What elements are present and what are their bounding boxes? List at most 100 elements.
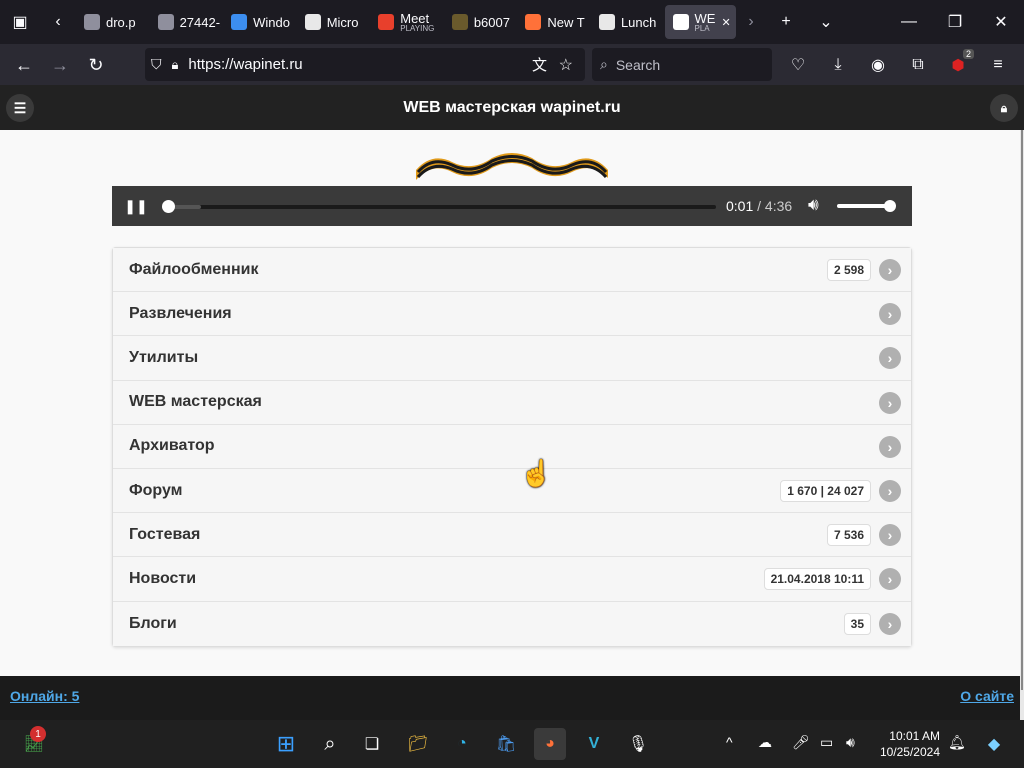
search-taskbar-icon[interactable]: ⌕: [314, 728, 346, 760]
extensions-icon[interactable]: ⧉: [900, 48, 936, 81]
time-separator: /: [757, 198, 762, 214]
menu-item-label: Гостевая: [129, 525, 201, 543]
browser-tab[interactable]: Meet PLAYING: [370, 5, 442, 39]
new-tab-icon[interactable]: +: [766, 0, 806, 44]
tab-sub-label: PLAYING: [400, 23, 435, 33]
volume-icon[interactable]: 🔊︎: [808, 195, 819, 215]
store-icon[interactable]: 🛍︎: [490, 728, 522, 760]
chevron-right-icon: ›: [879, 479, 901, 502]
browser-tab[interactable]: Micro: [297, 5, 369, 39]
scroll-tabs-right-icon[interactable]: ›: [736, 0, 766, 44]
mic-tray-icon[interactable]: 🎤︎: [792, 734, 810, 751]
ublock-icon[interactable]: ⬢ 2: [940, 48, 976, 81]
file-explorer-icon[interactable]: 📁︎: [402, 728, 434, 760]
site-title: WEB мастерская wapinet.ru: [403, 98, 621, 116]
pocket-icon[interactable]: ♡: [780, 48, 816, 81]
close-tab-icon[interactable]: ✕: [721, 16, 730, 29]
downloads-icon[interactable]: ⤓: [820, 48, 856, 81]
tab-label: Windo: [253, 14, 290, 30]
url-text: https://wapinet.ru: [188, 56, 303, 73]
scrollbar-thumb[interactable]: [1021, 130, 1023, 690]
tab-favicon-icon: [451, 14, 468, 30]
menu-item[interactable]: Развлечения ›: [113, 292, 911, 337]
extension-badge: 2: [962, 49, 974, 59]
volume-slider[interactable]: [837, 204, 891, 208]
menu-item[interactable]: WEB мастерская ›: [113, 380, 911, 425]
system-clock[interactable]: 10:01 AM 10/25/2024: [880, 728, 940, 760]
tab-favicon-icon: [672, 14, 689, 30]
about-site-link[interactable]: О сайте: [960, 688, 1014, 704]
app-menu-icon[interactable]: ≡: [980, 48, 1016, 81]
count-badge: 35: [843, 612, 871, 635]
seek-thumb[interactable]: [161, 200, 175, 213]
menu-item-label: Архиватор: [129, 437, 215, 455]
chevron-right-icon: ›: [879, 259, 901, 281]
network-icon[interactable]: ▭: [820, 734, 833, 751]
menu-item-label: Форум: [129, 481, 183, 499]
address-bar[interactable]: ⛉ 🔒︎ https://wapinet.ru 文 ☆: [145, 48, 585, 81]
vscode-app-icon[interactable]: V: [578, 728, 610, 760]
browser-tab[interactable]: New T: [517, 5, 589, 39]
widget-badge: 1: [30, 726, 46, 742]
lock-icon[interactable]: 🔒︎: [172, 57, 179, 73]
show-hidden-icons-chevron-icon[interactable]: ^: [726, 734, 733, 750]
login-lock-icon[interactable]: 🔒︎: [990, 94, 1018, 122]
tab-favicon-icon: [525, 14, 542, 30]
search-bar[interactable]: ⌕ Search: [592, 48, 772, 81]
tab-list-icon[interactable]: ▣: [0, 0, 40, 44]
chevron-right-icon: ›: [879, 391, 901, 414]
translate-icon[interactable]: 文: [532, 54, 547, 75]
menu-item[interactable]: Форум 1 670 | 24 027 ›: [113, 468, 911, 514]
tab-label: Meet: [400, 10, 430, 26]
microphone-app-icon[interactable]: 🎙︎: [622, 728, 654, 760]
firefox-icon[interactable]: ◕: [534, 728, 566, 760]
back-icon[interactable]: ←: [6, 47, 42, 83]
browser-tab[interactable]: Windo: [223, 5, 295, 39]
browser-tab[interactable]: Lunch: [591, 5, 663, 39]
page-content: ❚❚ 0:01 / 4:36 🔊︎ Файлообменник 2 598 › Раз…: [0, 130, 1020, 676]
volume-thumb[interactable]: [884, 200, 896, 212]
browser-tab[interactable]: b6007: [444, 5, 516, 39]
browser-tab[interactable]: WE PLA ✕: [664, 5, 736, 39]
minimize-icon[interactable]: —: [886, 0, 932, 44]
menu-item-label: Развлечения: [129, 304, 232, 322]
menu-item[interactable]: Гостевая 7 536 ›: [113, 513, 911, 558]
count-badge: 7 536: [826, 524, 871, 547]
menu-item[interactable]: Блоги 35 ›: [113, 601, 911, 646]
tab-favicon-icon: [304, 14, 321, 30]
site-header: ☰ WEB мастерская wapinet.ru 🔒︎: [0, 85, 1024, 130]
reload-icon[interactable]: ↻: [78, 47, 114, 83]
menu-item[interactable]: Новости 21.04.2018 10:11 ›: [113, 557, 911, 602]
browser-tab[interactable]: dro.p: [76, 5, 148, 39]
menu-item[interactable]: Утилиты ›: [113, 336, 911, 381]
menu-item[interactable]: Архиватор ›: [113, 424, 911, 469]
task-view-icon[interactable]: ❏: [356, 728, 388, 760]
restore-icon[interactable]: ❐: [932, 0, 978, 44]
close-window-icon[interactable]: ✕: [978, 0, 1024, 44]
search-placeholder: Search: [615, 56, 661, 73]
tab-overflow-chevron-icon[interactable]: ⌄: [806, 0, 846, 44]
tab-sub-label: PLA: [694, 23, 710, 33]
chevron-right-icon: ›: [879, 524, 901, 547]
account-icon[interactable]: ◉: [860, 48, 896, 81]
copilot-icon[interactable]: ◆: [978, 728, 1010, 760]
shield-icon[interactable]: ⛉: [151, 56, 162, 73]
pause-icon[interactable]: ❚❚: [112, 186, 160, 226]
browser-tab-bar: ▣ ‹ dro.p 27442-172 Windo Micro MeetPLAYING b…: [0, 0, 1024, 44]
edge-icon[interactable]: ◔: [446, 728, 478, 760]
start-icon[interactable]: ⊞: [270, 728, 302, 760]
notifications-bell-icon[interactable]: 🔔︎: [948, 734, 966, 751]
browser-tab[interactable]: 27442-172: [150, 5, 221, 39]
hamburger-menu-icon[interactable]: ☰: [6, 94, 34, 122]
online-users-link[interactable]: Онлайн: 5: [10, 688, 79, 704]
chevron-right-icon: ›: [879, 612, 901, 635]
bookmark-star-icon[interactable]: ☆: [559, 55, 573, 75]
speaker-tray-icon[interactable]: 🔊︎: [846, 734, 855, 751]
scroll-tabs-left-icon[interactable]: ‹: [40, 0, 76, 44]
cloud-off-icon[interactable]: ☁: [758, 734, 772, 751]
forward-icon[interactable]: →: [42, 47, 78, 83]
menu-item-label: Блоги: [129, 614, 177, 632]
time-display: 0:01 / 4:36: [726, 198, 792, 214]
seek-bar[interactable]: [162, 205, 716, 209]
menu-item[interactable]: Файлообменник 2 598 ›: [113, 248, 911, 293]
